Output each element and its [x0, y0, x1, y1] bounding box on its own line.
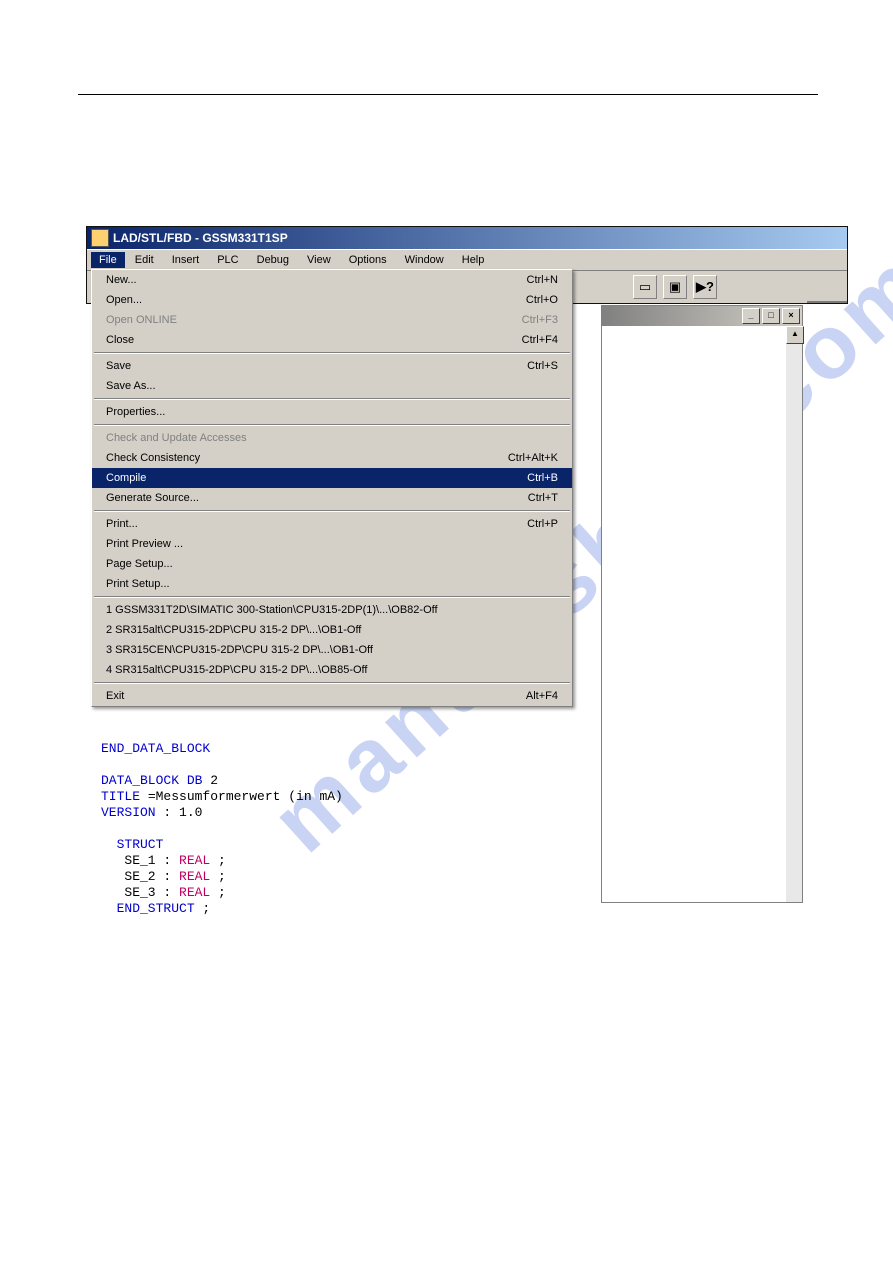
file-menu-item: Check and Update Accesses [92, 428, 572, 448]
menu-debug[interactable]: Debug [249, 252, 297, 268]
menu-item-shortcut: Ctrl+F3 [522, 314, 558, 326]
minimize-button[interactable]: _ [742, 308, 760, 324]
menu-item-shortcut: Ctrl+F4 [522, 334, 558, 346]
toolbar-window2-icon[interactable]: ▣ [663, 275, 687, 299]
document-titlebar: _ □ × [602, 306, 802, 326]
menu-item-shortcut: Ctrl+Alt+K [508, 452, 558, 464]
menu-item-label: Generate Source... [106, 492, 199, 504]
menu-item-label: Open... [106, 294, 142, 306]
menu-item-label: 2 SR315alt\CPU315-2DP\CPU 315-2 DP\...\O… [106, 624, 361, 636]
code-line: STRUCT [101, 837, 661, 853]
menu-item-label: Print Setup... [106, 578, 170, 590]
menu-separator [94, 682, 570, 684]
file-menu-item[interactable]: 3 SR315CEN\CPU315-2DP\CPU 315-2 DP\...\O… [92, 640, 572, 660]
menu-separator [94, 596, 570, 598]
menu-item-label: Page Setup... [106, 558, 173, 570]
menu-item-label: Compile [106, 472, 146, 484]
file-menu-item[interactable]: New... Ctrl+N [92, 270, 572, 290]
code-line: END_DATA_BLOCK [101, 741, 661, 757]
toolbar-help-icon[interactable]: ▶? [693, 275, 717, 299]
window-title: LAD/STL/FBD - GSSM331T1SP [113, 231, 288, 245]
code-line: DATA_BLOCK DB 2 [101, 773, 661, 789]
code-line: SE_3 : REAL ; [101, 885, 661, 901]
file-menu-item[interactable]: Exit Alt+F4 [92, 686, 572, 706]
menu-item-label: Close [106, 334, 134, 346]
code-line [101, 757, 661, 773]
file-menu-item: Open ONLINE Ctrl+F3 [92, 310, 572, 330]
file-menu-item[interactable]: Generate Source... Ctrl+T [92, 488, 572, 508]
file-menu-item[interactable]: Open... Ctrl+O [92, 290, 572, 310]
menu-separator [94, 510, 570, 512]
menu-item-label: New... [106, 274, 137, 286]
code-area: END_DATA_BLOCK DATA_BLOCK DB 2TITLE =Mes… [101, 741, 661, 917]
close-button[interactable]: × [782, 308, 800, 324]
app-icon [91, 229, 109, 247]
menu-item-label: Properties... [106, 406, 165, 418]
file-menu-item[interactable]: Print... Ctrl+P [92, 514, 572, 534]
menu-item-shortcut: Ctrl+B [527, 472, 558, 484]
toolbar-window1-icon[interactable]: ▭ [633, 275, 657, 299]
menu-separator [94, 424, 570, 426]
file-menu-dropdown: New... Ctrl+N Open... Ctrl+O Open ONLINE Ctrl… [91, 269, 573, 707]
code-line: VERSION : 1.0 [101, 805, 661, 821]
menubar: File Edit Insert PLC Debug View Options … [87, 249, 847, 271]
menu-item-label: Print... [106, 518, 138, 530]
file-menu-item[interactable]: Print Setup... [92, 574, 572, 594]
menu-file[interactable]: File [91, 252, 125, 268]
menu-item-label: 1 GSSM331T2D\SIMATIC 300-Station\CPU315-… [106, 604, 438, 616]
menu-item-label: 3 SR315CEN\CPU315-2DP\CPU 315-2 DP\...\O… [106, 644, 373, 656]
menu-item-shortcut: Ctrl+S [527, 360, 558, 372]
maximize-button[interactable]: □ [762, 308, 780, 324]
file-menu-item[interactable]: Properties... [92, 402, 572, 422]
file-menu-item[interactable]: Page Setup... [92, 554, 572, 574]
code-line: END_STRUCT ; [101, 901, 661, 917]
file-menu-item[interactable]: Print Preview ... [92, 534, 572, 554]
menu-window[interactable]: Window [397, 252, 452, 268]
menu-view[interactable]: View [299, 252, 339, 268]
menu-item-shortcut: Ctrl+N [527, 274, 558, 286]
scroll-up-button[interactable]: ▲ [786, 326, 804, 344]
code-line [101, 821, 661, 837]
menu-insert[interactable]: Insert [164, 252, 208, 268]
menu-item-shortcut: Ctrl+O [526, 294, 558, 306]
menu-item-label: Check and Update Accesses [106, 432, 247, 444]
file-menu-item[interactable]: Check Consistency Ctrl+Alt+K [92, 448, 572, 468]
menu-item-shortcut: Ctrl+T [528, 492, 558, 504]
code-line: TITLE =Messumformerwert (in mA) [101, 789, 661, 805]
mdi-gutter [807, 301, 847, 303]
file-menu-item[interactable]: Close Ctrl+F4 [92, 330, 572, 350]
menu-item-shortcut: Alt+F4 [526, 690, 558, 702]
menu-item-label: Print Preview ... [106, 538, 183, 550]
file-menu-item[interactable]: 2 SR315alt\CPU315-2DP\CPU 315-2 DP\...\O… [92, 620, 572, 640]
menu-item-label: Open ONLINE [106, 314, 177, 326]
code-line: SE_2 : REAL ; [101, 869, 661, 885]
code-line: SE_1 : REAL ; [101, 853, 661, 869]
app-window: LAD/STL/FBD - GSSM331T1SP File Edit Inse… [86, 226, 848, 304]
menu-edit[interactable]: Edit [127, 252, 162, 268]
page-divider [78, 94, 818, 95]
menu-help[interactable]: Help [454, 252, 493, 268]
menu-item-label: Exit [106, 690, 124, 702]
menu-item-label: Check Consistency [106, 452, 200, 464]
file-menu-item[interactable]: Compile Ctrl+B [92, 468, 572, 488]
file-menu-item[interactable]: 4 SR315alt\CPU315-2DP\CPU 315-2 DP\...\O… [92, 660, 572, 680]
menu-item-label: Save [106, 360, 131, 372]
menu-separator [94, 398, 570, 400]
menu-options[interactable]: Options [341, 252, 395, 268]
menu-item-shortcut: Ctrl+P [527, 518, 558, 530]
titlebar: LAD/STL/FBD - GSSM331T1SP [87, 227, 847, 249]
file-menu-item[interactable]: Save Ctrl+S [92, 356, 572, 376]
file-menu-item[interactable]: 1 GSSM331T2D\SIMATIC 300-Station\CPU315-… [92, 600, 572, 620]
file-menu-item[interactable]: Save As... [92, 376, 572, 396]
scrollbar[interactable]: ▲ [786, 326, 802, 902]
menu-plc[interactable]: PLC [209, 252, 246, 268]
menu-item-label: 4 SR315alt\CPU315-2DP\CPU 315-2 DP\...\O… [106, 664, 367, 676]
menu-item-label: Save As... [106, 380, 156, 392]
menu-separator [94, 352, 570, 354]
